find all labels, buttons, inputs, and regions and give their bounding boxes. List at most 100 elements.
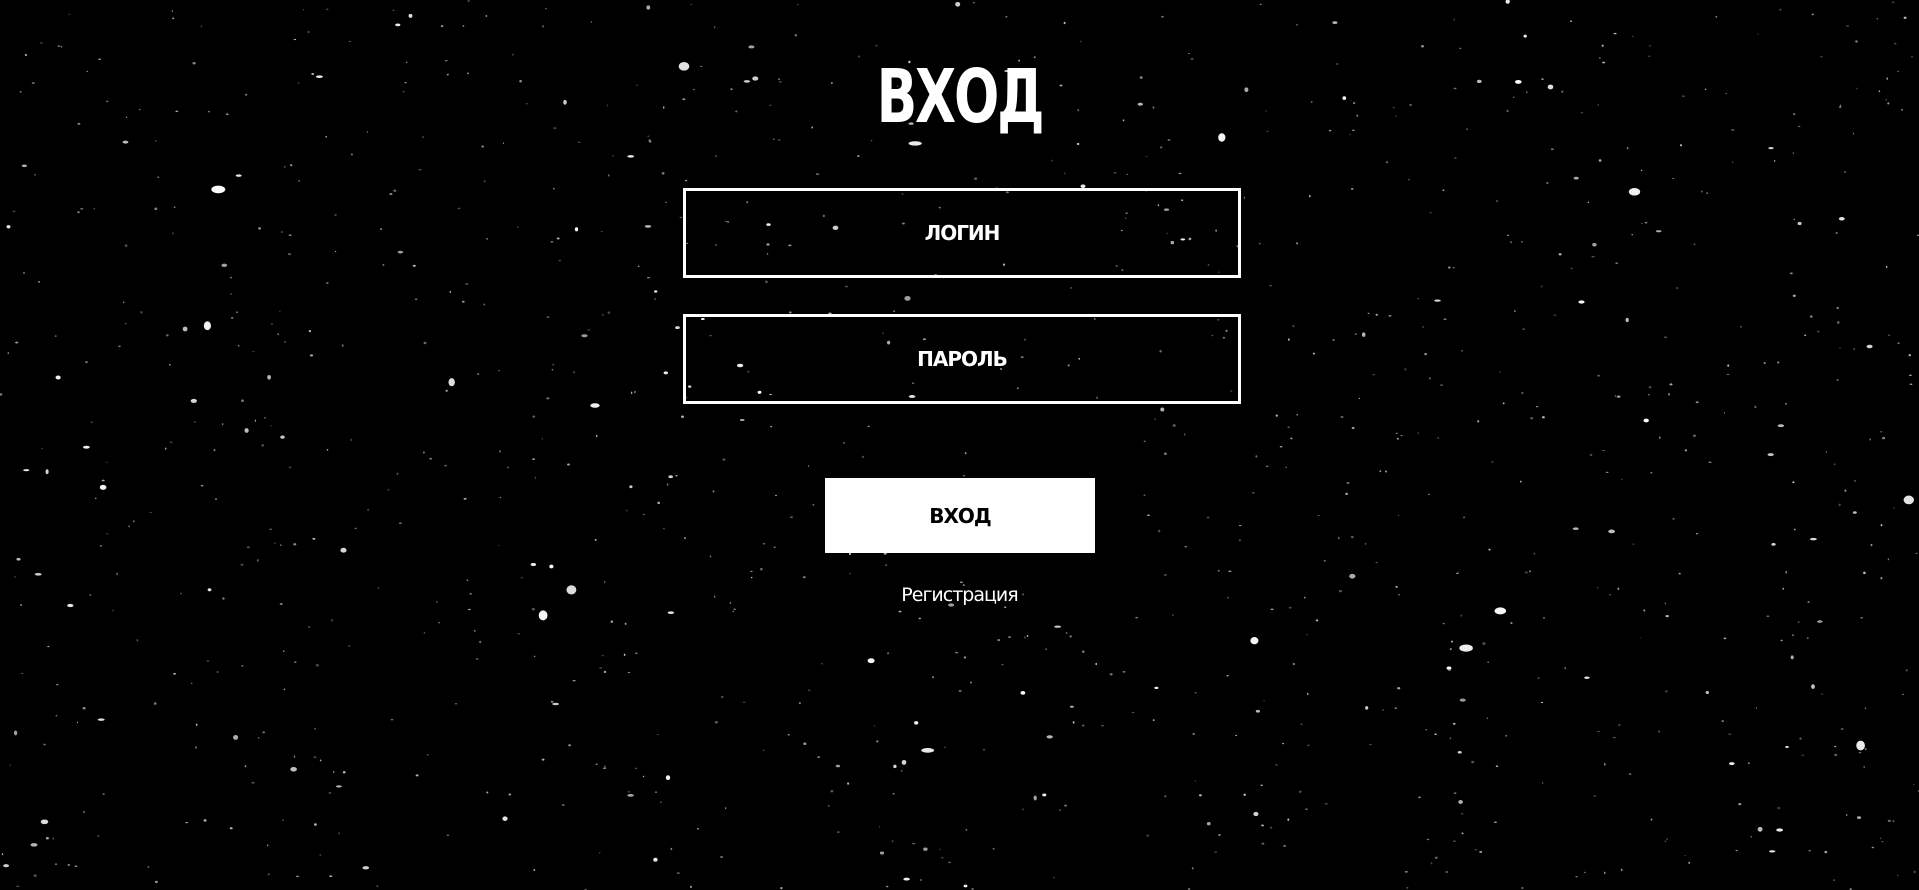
snow-speck <box>1578 300 1585 304</box>
snow-speck <box>549 564 554 569</box>
snow-speck <box>892 793 895 795</box>
snow-speck <box>40 819 49 825</box>
snow-speck <box>185 822 188 824</box>
snow-speck <box>270 425 273 427</box>
snow-speck <box>1863 571 1866 575</box>
snow-speck <box>1394 707 1397 709</box>
snow-speck <box>626 509 628 512</box>
snow-speck <box>878 826 881 828</box>
snow-speck <box>739 418 745 422</box>
snow-speck <box>712 490 715 493</box>
snow-speck <box>1801 754 1805 757</box>
snow-speck <box>1880 576 1883 580</box>
snow-speck <box>1463 516 1466 519</box>
snow-speck <box>1045 648 1048 650</box>
snow-speck <box>837 831 840 833</box>
snow-speck <box>1602 449 1605 452</box>
snow-speck <box>1296 242 1298 245</box>
snow-speck <box>653 857 658 862</box>
page-title: ВХОД <box>876 54 1045 140</box>
snow-speck <box>612 154 614 157</box>
snow-speck <box>892 310 896 312</box>
snow-speck <box>891 839 894 843</box>
snow-speck <box>1540 701 1544 704</box>
snow-speck <box>1261 842 1265 845</box>
snow-speck <box>1523 34 1527 38</box>
snow-speck <box>313 756 317 759</box>
snow-speck <box>395 23 401 27</box>
snow-speck <box>1252 492 1255 494</box>
snow-speck <box>546 397 550 400</box>
snow-speck <box>462 25 465 27</box>
login-submit-button[interactable]: ВХОД <box>825 478 1095 553</box>
snow-speck <box>1824 850 1828 854</box>
snow-speck <box>532 415 536 418</box>
snow-speck <box>1665 615 1669 618</box>
snow-speck <box>764 280 768 284</box>
login-input[interactable] <box>686 191 1238 275</box>
snow-speck <box>963 656 967 659</box>
snow-speck <box>99 545 102 547</box>
snow-speck <box>1275 764 1278 766</box>
snow-speck <box>574 227 579 232</box>
snow-speck <box>760 567 763 571</box>
snow-speck <box>1446 666 1452 670</box>
snow-speck <box>520 577 523 579</box>
snow-speck <box>656 733 660 736</box>
snow-speck <box>1644 222 1648 224</box>
snow-speck <box>1400 434 1403 437</box>
snow-speck <box>1785 745 1789 749</box>
snow-speck <box>97 834 100 838</box>
snow-speck <box>262 731 265 734</box>
snow-speck <box>254 419 257 423</box>
snow-speck <box>122 140 129 144</box>
snow-speck <box>1495 765 1499 768</box>
snow-speck <box>483 303 486 306</box>
snow-speck <box>1259 3 1262 5</box>
snow-speck <box>594 538 597 541</box>
snow-speck <box>655 791 657 793</box>
snow-speck <box>216 671 219 673</box>
snow-speck <box>1892 820 1895 823</box>
snow-speck <box>541 758 545 761</box>
snow-speck <box>1856 87 1858 90</box>
snow-speck <box>1255 709 1260 713</box>
snow-speck <box>1553 314 1557 316</box>
snow-speck <box>1620 868 1623 871</box>
snow-speck <box>1081 724 1085 727</box>
snow-speck <box>1453 792 1457 794</box>
snow-speck <box>1537 677 1540 679</box>
snow-speck <box>1911 55 1913 58</box>
snow-speck <box>941 857 944 859</box>
snow-speck <box>1811 684 1815 689</box>
snow-speck <box>556 237 560 240</box>
snow-speck <box>663 371 668 375</box>
snow-speck <box>172 232 174 235</box>
register-link[interactable]: Регистрация <box>901 584 1018 606</box>
snow-speck <box>1858 751 1862 754</box>
snow-speck <box>312 537 316 540</box>
snow-speck <box>1903 16 1907 20</box>
password-input[interactable] <box>686 317 1238 401</box>
snow-speck <box>1095 662 1098 666</box>
snow-speck <box>1817 620 1823 623</box>
snow-speck <box>1838 106 1842 108</box>
snow-speck <box>1542 416 1545 419</box>
snow-speck <box>309 354 314 357</box>
snow-speck <box>19 91 22 93</box>
snow-speck <box>122 301 125 303</box>
snow-speck <box>1540 285 1543 288</box>
snow-speck <box>722 458 726 461</box>
snow-speck <box>229 276 233 279</box>
snow-speck <box>1443 318 1447 321</box>
snow-speck <box>1440 384 1443 386</box>
snow-speck <box>1684 449 1688 452</box>
snow-speck <box>1589 453 1593 456</box>
snow-speck <box>684 179 688 182</box>
snow-speck <box>1705 192 1709 194</box>
snow-speck <box>47 646 50 648</box>
snow-speck <box>1306 634 1308 636</box>
snow-speck <box>221 263 228 267</box>
snow-speck <box>903 877 910 881</box>
snow-speck <box>1164 795 1167 798</box>
